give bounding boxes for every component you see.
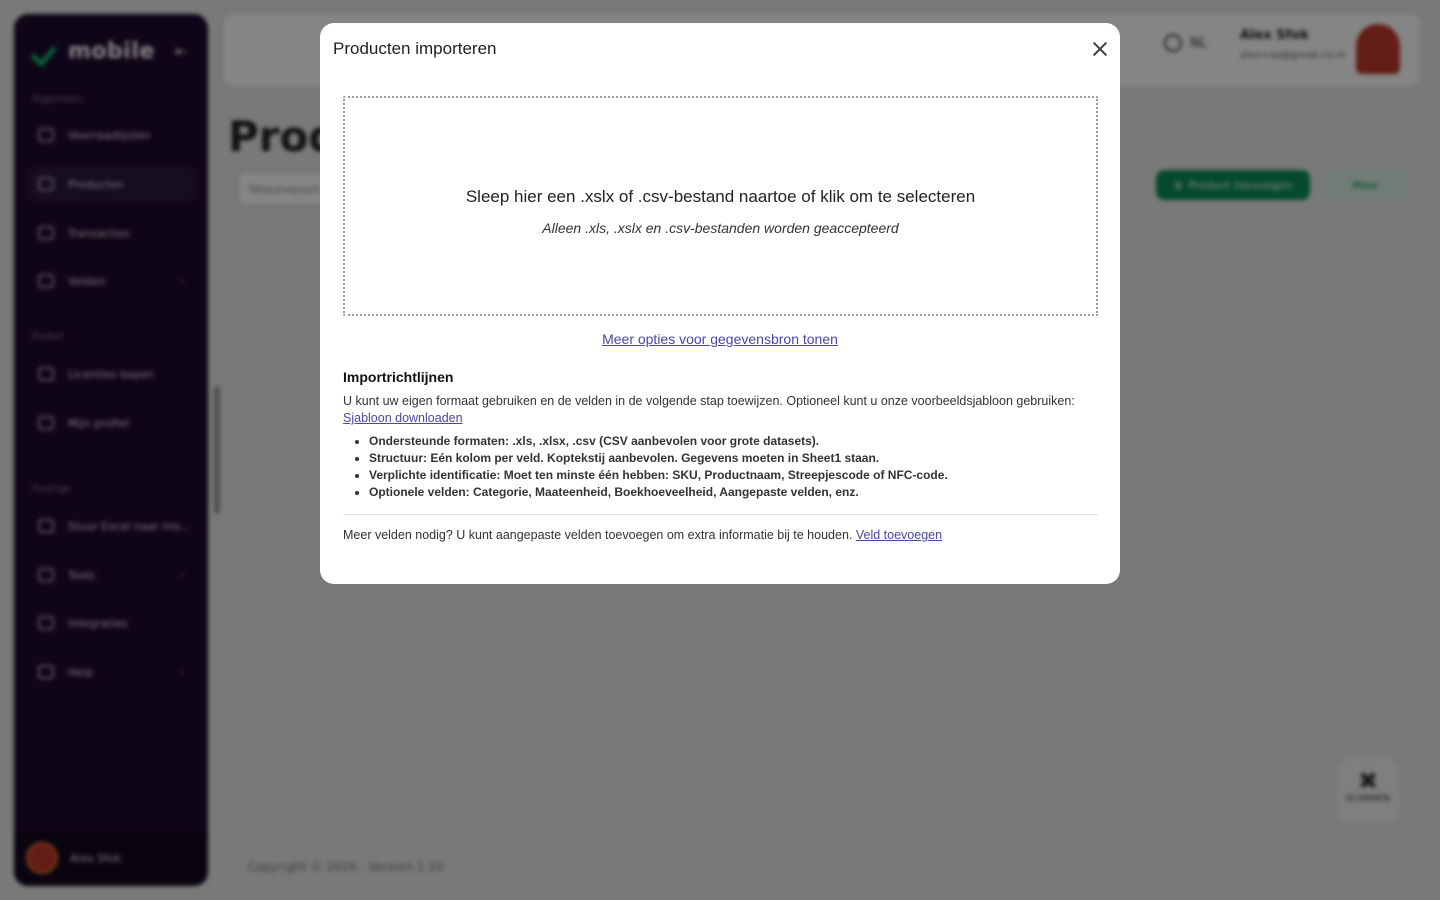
dropzone-instruction: Sleep hier een .xslx of .csv-bestand naa… bbox=[465, 187, 976, 206]
more-options-row: Meer opties voor gegevensbron tonen bbox=[320, 331, 1120, 347]
close-icon[interactable] bbox=[1088, 37, 1112, 61]
more-options-link[interactable]: Meer opties voor gegevensbron tonen bbox=[602, 331, 838, 347]
import-products-modal: Producten importeren Sleep hier een .xsl… bbox=[320, 23, 1120, 584]
download-template-link[interactable]: Sjabloon downloaden bbox=[343, 411, 463, 425]
guidelines-description: U kunt uw eigen formaat gebruiken en de … bbox=[343, 394, 1075, 408]
list-item: Structuur: Eén kolom per veld. Kopteksti… bbox=[369, 450, 1089, 467]
file-dropzone[interactable]: Sleep hier een .xslx of .csv-bestand naa… bbox=[343, 96, 1098, 316]
guidelines-title: Importrichtlijnen bbox=[343, 369, 454, 385]
add-field-link[interactable]: Veld toevoegen bbox=[856, 528, 942, 542]
guidelines-text: U kunt uw eigen formaat gebruiken en de … bbox=[343, 393, 1103, 427]
guidelines-list: Ondersteunde formaten: .xls, .xlsx, .csv… bbox=[369, 433, 1089, 501]
modal-title: Producten importeren bbox=[333, 39, 497, 58]
footer-description: Meer velden nodig? U kunt aangepaste vel… bbox=[343, 528, 853, 542]
divider bbox=[343, 514, 1098, 515]
list-item: Verplichte identificatie: Moet ten minst… bbox=[369, 467, 1089, 484]
modal-footer: Meer velden nodig? U kunt aangepaste vel… bbox=[343, 528, 942, 542]
list-item: Optionele velden: Categorie, Maateenheid… bbox=[369, 484, 1089, 501]
dropzone-accepted-types: Alleen .xls, .xslx en .csv-bestanden wor… bbox=[542, 220, 899, 236]
list-item: Ondersteunde formaten: .xls, .xlsx, .csv… bbox=[369, 433, 1089, 450]
